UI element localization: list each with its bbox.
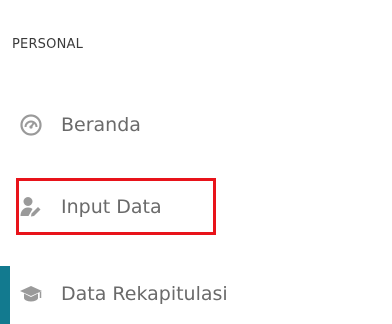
sidebar-item-label: Input Data — [61, 196, 162, 218]
sidebar-item-data-rekapitulasi[interactable]: Data Rekapitulasi — [0, 264, 392, 324]
graduation-cap-icon — [19, 282, 43, 306]
section-title: PERSONAL — [12, 37, 84, 52]
sidebar-item-label: Data Rekapitulasi — [61, 283, 228, 305]
sidebar-item-label: Beranda — [61, 114, 141, 136]
dashboard-gauge-icon — [19, 113, 43, 137]
active-indicator — [0, 266, 10, 324]
user-edit-icon — [19, 195, 43, 219]
sidebar-item-input-data[interactable]: Input Data — [0, 177, 392, 237]
sidebar-item-beranda[interactable]: Beranda — [0, 95, 392, 155]
sidebar: PERSONAL Beranda Input Data Data Rekapit… — [0, 0, 392, 324]
